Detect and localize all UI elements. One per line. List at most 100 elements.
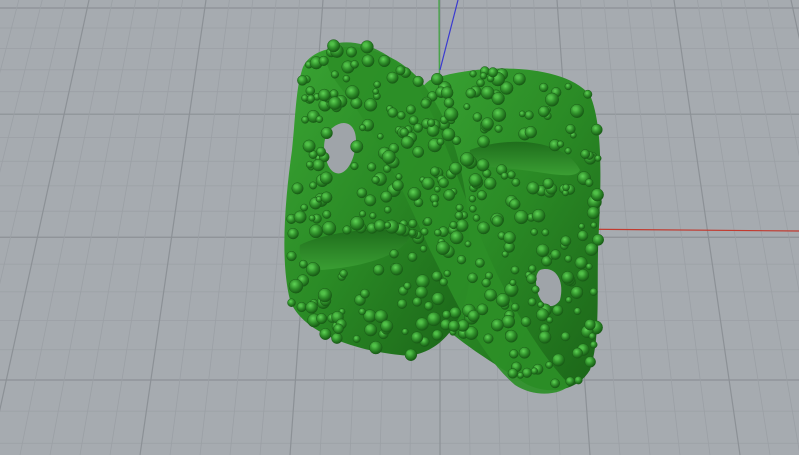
grid-line-vertical xyxy=(49,0,137,455)
grid-line-vertical xyxy=(767,0,799,157)
gem-stud xyxy=(380,190,393,203)
gem-stud xyxy=(350,60,359,69)
gem-stud xyxy=(524,110,534,120)
gem-stud xyxy=(576,269,590,282)
gem-stud xyxy=(483,333,494,344)
gem-highlight xyxy=(410,230,413,233)
gem-stud xyxy=(586,206,600,220)
gem-stud xyxy=(572,347,583,359)
gem-highlight xyxy=(329,41,334,46)
gem-stud xyxy=(550,378,560,389)
gem-highlight xyxy=(389,109,393,113)
gem-stud xyxy=(404,348,418,361)
gem-stud xyxy=(350,162,359,171)
gem-stud xyxy=(397,111,406,120)
gem-stud xyxy=(449,230,464,245)
gem-stud xyxy=(424,301,434,311)
gem-stud xyxy=(517,372,524,379)
gem-highlight xyxy=(352,61,355,65)
gem-stud xyxy=(378,54,391,68)
gem-highlight xyxy=(321,101,325,105)
gem-highlight xyxy=(378,134,381,137)
gem-highlight xyxy=(332,72,335,75)
gem-stud xyxy=(538,105,550,118)
gem-stud xyxy=(440,86,454,99)
gem-highlight xyxy=(371,343,376,348)
gem-stud xyxy=(585,263,593,270)
gem-stud xyxy=(527,297,537,307)
gem-stud xyxy=(421,176,435,190)
gem-highlight xyxy=(538,310,543,315)
gem-stud xyxy=(390,262,403,276)
gem-highlight xyxy=(486,291,491,295)
gem-stud xyxy=(500,172,509,180)
gem-highlight xyxy=(430,140,435,145)
gem-stud xyxy=(456,255,467,265)
gem-highlight xyxy=(470,196,473,199)
gem-stud xyxy=(381,150,396,164)
gem-highlight xyxy=(451,164,456,169)
gem-stud xyxy=(560,235,572,247)
gem-stud xyxy=(371,175,380,185)
gem-stud xyxy=(580,149,591,159)
grid-line-vertical xyxy=(79,0,160,455)
gem-stud xyxy=(415,285,428,299)
gem-stud xyxy=(594,154,602,162)
gem-stud xyxy=(360,288,370,299)
gem-highlight xyxy=(403,138,407,143)
gem-highlight xyxy=(513,363,517,367)
grid-line-vertical xyxy=(169,0,230,455)
gem-highlight xyxy=(567,126,571,129)
gem-highlight xyxy=(503,252,505,255)
gem-stud xyxy=(319,328,332,340)
gem-stud xyxy=(469,70,477,78)
gem-stud xyxy=(397,298,408,309)
gem-highlight xyxy=(407,350,411,355)
gem-stud xyxy=(403,281,412,290)
gem-stud xyxy=(477,221,490,235)
pendant-model[interactable] xyxy=(284,39,604,394)
grid-line-vertical xyxy=(199,0,254,455)
gem-highlight xyxy=(483,280,487,283)
gem-stud xyxy=(356,187,368,199)
gem-highlight xyxy=(515,75,520,79)
gem-highlight xyxy=(577,259,581,263)
gem-stud xyxy=(537,301,545,309)
gem-stud xyxy=(551,353,565,367)
gem-highlight xyxy=(511,200,515,204)
gem-stud xyxy=(320,126,333,140)
gem-highlight xyxy=(590,334,593,336)
gem-stud xyxy=(328,96,342,110)
gem-highlight xyxy=(440,179,444,183)
gem-stud xyxy=(373,80,381,89)
gem-stud xyxy=(510,302,520,312)
gem-stud xyxy=(352,335,361,343)
grid-line-vertical xyxy=(697,0,771,455)
gem-stud xyxy=(288,278,304,294)
gem-stud xyxy=(317,288,332,303)
gem-highlight xyxy=(425,303,429,306)
gem-stud xyxy=(305,86,316,96)
gem-stud xyxy=(444,107,459,122)
gem-stud xyxy=(454,211,464,220)
gem-stud xyxy=(359,210,367,218)
gem-stud xyxy=(589,287,598,296)
gem-stud xyxy=(443,269,451,278)
gem-stud xyxy=(526,273,537,285)
gem-highlight xyxy=(438,139,441,142)
gem-highlight xyxy=(375,266,379,270)
viewport-canvas[interactable] xyxy=(0,0,799,455)
gem-highlight xyxy=(404,283,408,286)
gem-stud xyxy=(434,228,442,237)
gem-highlight xyxy=(547,95,552,100)
gem-stud xyxy=(377,133,384,140)
gem-highlight xyxy=(526,112,529,115)
gem-stud xyxy=(412,146,425,158)
gem-highlight xyxy=(474,114,478,117)
gem-stud xyxy=(420,227,429,236)
3d-viewport[interactable] xyxy=(0,0,799,455)
gem-highlight xyxy=(510,280,513,283)
gem-stud xyxy=(476,303,489,316)
gem-stud xyxy=(564,147,572,155)
gem-stud xyxy=(494,124,503,133)
